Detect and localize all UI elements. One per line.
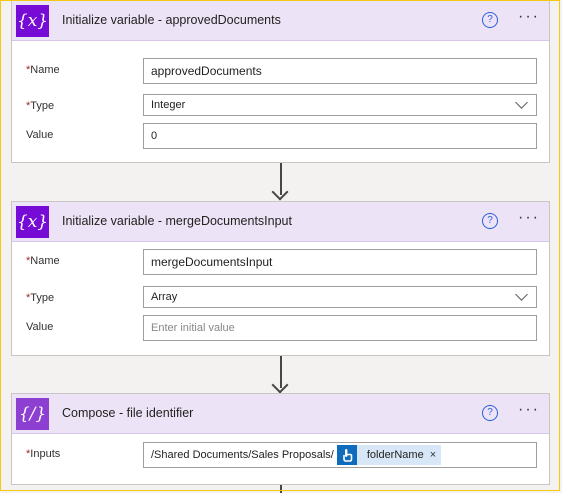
type-row: *Type Integer <box>12 94 549 122</box>
type-selected-value: Array <box>151 291 178 303</box>
name-input[interactable]: approvedDocuments <box>143 58 537 84</box>
arrow-down-icon <box>271 376 289 394</box>
flow-connector <box>280 485 282 493</box>
help-icon[interactable]: ? <box>482 213 498 229</box>
card-header[interactable]: {x} Initialize variable - approvedDocume… <box>12 1 549 41</box>
type-label-text: Type <box>30 292 55 304</box>
card-header[interactable]: {x} Initialize variable - mergeDocuments… <box>12 202 549 242</box>
token-label: folderName <box>366 449 424 461</box>
card-title[interactable]: Initialize variable - approvedDocuments <box>62 13 281 27</box>
card-title[interactable]: Compose - file identifier <box>62 406 193 420</box>
card-title[interactable]: Initialize variable - mergeDocumentsInpu… <box>62 214 292 228</box>
type-label: *Type <box>26 292 54 304</box>
variable-icon: {x} <box>16 5 49 37</box>
type-dropdown[interactable]: Integer <box>143 94 537 116</box>
inputs-label-text: Inputs <box>30 448 61 460</box>
inputs-text: /Shared Documents/Sales Proposals/ <box>151 449 334 461</box>
action-card-compose-file-identifier[interactable]: {∕} Compose - file identifier ? ··· *Inp… <box>11 393 550 485</box>
type-label: *Type <box>26 100 54 112</box>
type-dropdown[interactable]: Array <box>143 286 537 308</box>
value-row: Value 0 <box>12 123 549 151</box>
more-options-icon[interactable]: ··· <box>518 209 540 227</box>
name-input[interactable]: mergeDocumentsInput <box>143 249 537 275</box>
touch-icon <box>336 445 357 465</box>
close-icon[interactable]: × <box>430 449 441 461</box>
name-label: *Name <box>26 64 60 76</box>
name-row: *Name approvedDocuments <box>12 58 549 86</box>
dynamic-content-token[interactable]: folderName × <box>336 445 442 465</box>
type-row: *Type Array <box>12 286 549 314</box>
chevron-down-icon <box>515 288 528 301</box>
name-label: *Name <box>26 255 60 267</box>
compose-icon: {∕} <box>16 398 49 430</box>
action-card-initialize-approved-documents[interactable]: {x} Initialize variable - approvedDocume… <box>11 0 550 163</box>
help-icon[interactable]: ? <box>482 405 498 421</box>
arrow-down-icon <box>271 183 289 201</box>
value-row: Value Enter initial value <box>12 315 549 343</box>
chevron-down-icon <box>515 96 528 109</box>
name-label-text: Name <box>30 255 60 267</box>
action-card-initialize-merge-documents-input[interactable]: {x} Initialize variable - mergeDocuments… <box>11 201 550 356</box>
variable-icon: {x} <box>16 206 49 238</box>
more-options-icon[interactable]: ··· <box>518 401 540 419</box>
name-row: *Name mergeDocumentsInput <box>12 249 549 277</box>
inputs-row: *Inputs /Shared Documents/Sales Proposal… <box>12 442 549 470</box>
value-label: Value <box>26 129 54 141</box>
help-icon[interactable]: ? <box>482 12 498 28</box>
inputs-field[interactable]: /Shared Documents/Sales Proposals/ folde… <box>143 442 537 468</box>
value-label: Value <box>26 321 54 333</box>
type-label-text: Type <box>30 100 55 112</box>
value-input[interactable]: Enter initial value <box>143 315 537 341</box>
name-label-text: Name <box>30 64 60 76</box>
more-options-icon[interactable]: ··· <box>518 8 540 26</box>
inputs-label: *Inputs <box>26 448 60 460</box>
card-header[interactable]: {∕} Compose - file identifier ? ··· <box>12 394 549 434</box>
value-input[interactable]: 0 <box>143 123 537 149</box>
touch-icon-svg <box>343 449 353 462</box>
type-selected-value: Integer <box>151 99 186 111</box>
